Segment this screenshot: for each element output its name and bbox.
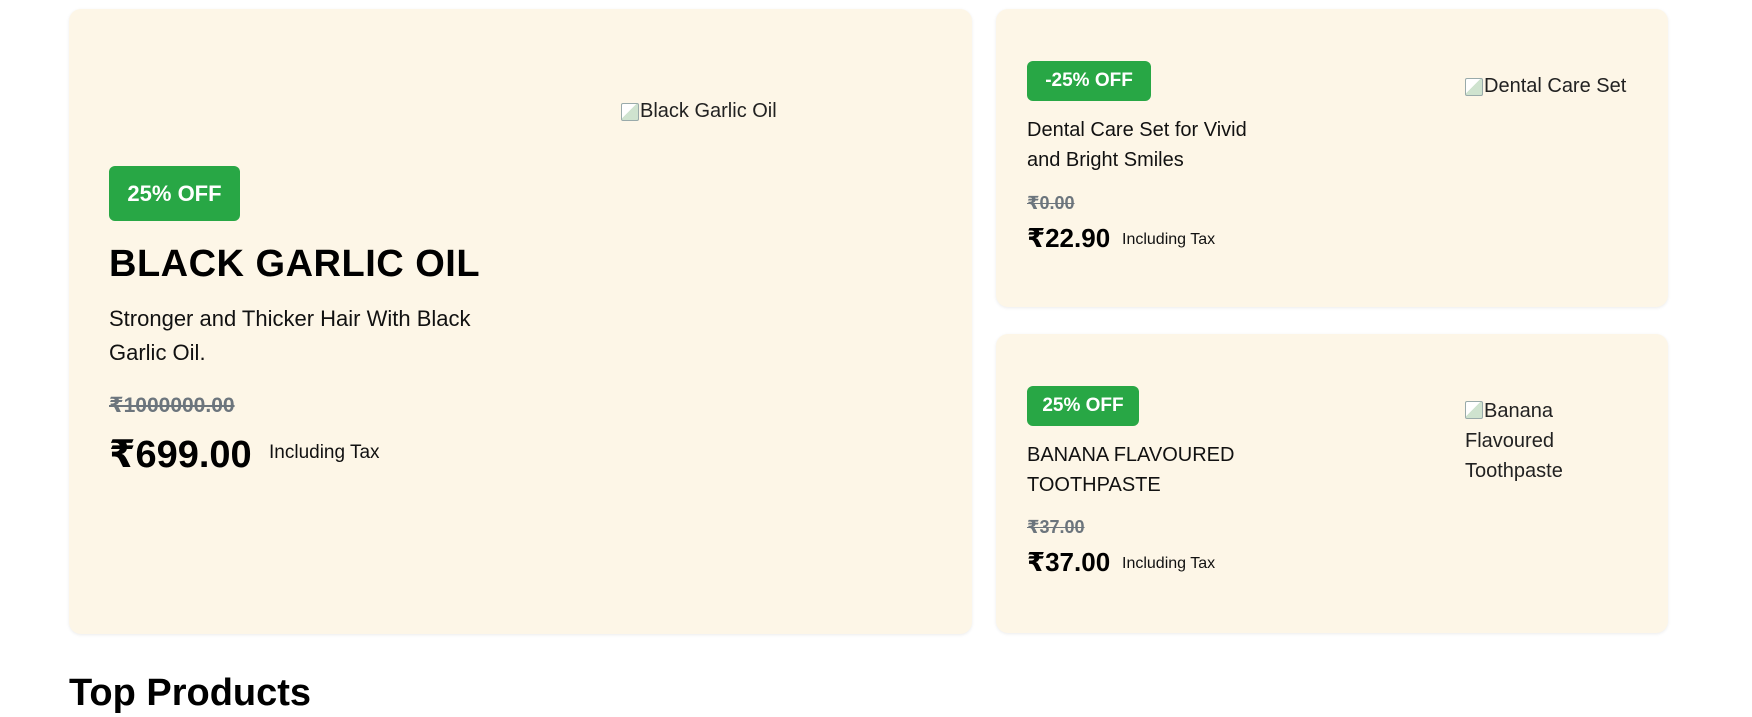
discount-badge: 25% OFF (109, 166, 240, 221)
featured-product-title[interactable]: BLACK GARLIC OIL (109, 243, 480, 286)
dental-old-price: ₹0.00 (1027, 193, 1075, 213)
discount-badge: -25% OFF (1027, 61, 1151, 101)
dental-tax-note: Including Tax (1122, 231, 1216, 248)
banana-price: ₹37.00 (1027, 547, 1111, 577)
dental-product-image[interactable]: Dental Care Set (1465, 71, 1626, 101)
featured-tax-note: Including Tax (269, 442, 380, 463)
banana-tax-note: Including Tax (1122, 555, 1216, 572)
broken-image-icon (621, 103, 639, 121)
featured-price: ₹699.00 (109, 434, 252, 476)
broken-image-icon (1465, 78, 1483, 96)
banana-product-title[interactable]: BANANA FLAVOURED TOOTHPASTE (1027, 440, 1277, 500)
banana-product-image[interactable]: Banana Flavoured Toothpaste (1465, 396, 1585, 486)
featured-old-price: ₹1000000.00 (109, 394, 235, 417)
discount-badge: 25% OFF (1027, 386, 1139, 426)
dental-image-alt: Dental Care Set (1484, 75, 1627, 97)
featured-product-image[interactable]: Black Garlic Oil (621, 96, 777, 126)
dental-price: ₹22.90 (1027, 223, 1111, 253)
product-card-dental[interactable]: -25% OFF Dental Care Set Dental Care Set… (996, 9, 1668, 307)
section-title-top-products: Top Products (69, 672, 312, 714)
banana-old-price: ₹37.00 (1027, 517, 1085, 537)
featured-product-description: Stronger and Thicker Hair With Black Gar… (109, 306, 471, 365)
dental-product-title[interactable]: Dental Care Set for Vivid and Bright Smi… (1027, 115, 1277, 175)
featured-product-card[interactable]: Black Garlic Oil 25% OFF BLACK GARLIC OI… (69, 9, 972, 634)
product-card-banana[interactable]: 25% OFF Banana Flavoured Toothpaste BANA… (996, 334, 1668, 633)
broken-image-icon (1465, 401, 1483, 419)
featured-image-alt: Black Garlic Oil (640, 100, 777, 122)
